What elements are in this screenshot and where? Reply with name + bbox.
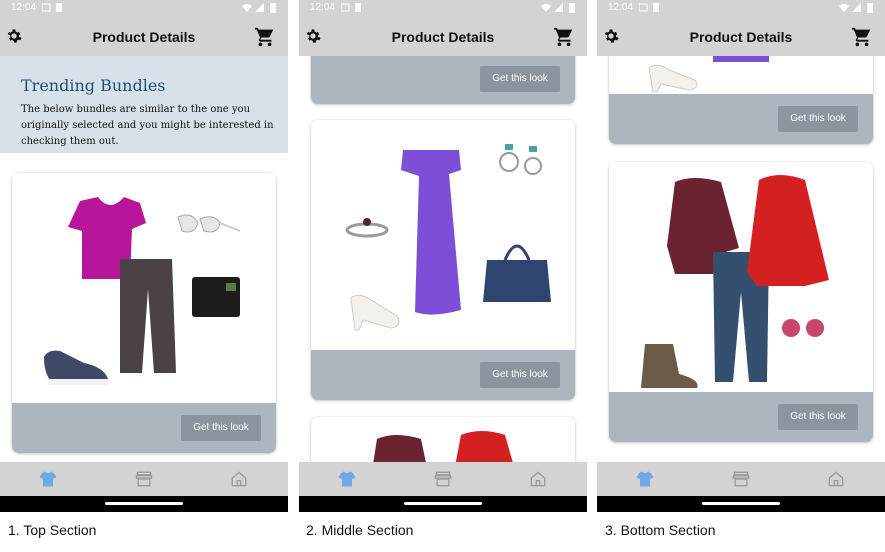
status-notification-icons — [42, 3, 62, 12]
dark-pants-image — [120, 259, 176, 373]
bottom-navigation — [0, 462, 288, 496]
pink-stud-earrings-image — [782, 319, 824, 337]
card-footer: Get this look — [311, 56, 575, 104]
status-signal-battery-icons — [541, 3, 575, 13]
caption-top-section: 1. Top Section — [8, 522, 97, 538]
caption-bottom-section: 3. Bottom Section — [605, 522, 716, 538]
page-title: Product Details — [391, 29, 495, 45]
banner-title: Trending Bundles — [21, 76, 166, 95]
shirt-icon[interactable] — [38, 469, 58, 489]
cart-icon[interactable] — [254, 26, 276, 48]
status-time: 12:04 — [11, 2, 37, 13]
navy-sneaker-image — [44, 350, 108, 383]
status-notification-icons — [341, 3, 361, 12]
get-this-look-button[interactable]: Get this look — [480, 66, 560, 92]
white-heel-image — [350, 294, 400, 331]
system-navigation-bar — [597, 496, 885, 512]
shirt-icon[interactable] — [635, 469, 655, 489]
status-bar: 12:04 — [0, 0, 288, 17]
home-gesture-pill[interactable] — [404, 502, 482, 505]
home-icon[interactable] — [826, 469, 846, 489]
bundle-image[interactable] — [311, 120, 575, 350]
white-sunglasses-image — [177, 214, 241, 233]
status-signal-battery-icons — [242, 3, 276, 13]
home-gesture-pill[interactable] — [702, 502, 780, 505]
scroll-content[interactable]: Trending Bundles The below bundles are s… — [0, 56, 288, 462]
purple-dress-image — [401, 150, 461, 315]
status-signal-battery-icons — [839, 3, 873, 13]
ankle-boot-image — [641, 344, 698, 388]
get-this-look-button[interactable]: Get this look — [778, 404, 858, 430]
silver-ring-image — [345, 218, 389, 238]
shirt-icon[interactable] — [337, 469, 357, 489]
home-icon[interactable] — [528, 469, 548, 489]
bundle-card-previous: Get this look — [311, 56, 575, 104]
status-bar: 12:04 — [299, 0, 587, 17]
get-this-look-button[interactable]: Get this look — [480, 362, 560, 388]
red-coat-image — [747, 175, 829, 286]
bundle-card-next — [311, 417, 575, 462]
store-icon[interactable] — [433, 469, 453, 489]
store-icon[interactable] — [134, 469, 154, 489]
get-this-look-button[interactable]: Get this look — [778, 106, 858, 132]
page-title: Product Details — [689, 29, 793, 45]
bundle-image[interactable] — [12, 173, 276, 403]
scroll-content[interactable]: Get this look Get this look — [597, 56, 885, 462]
page-title: Product Details — [92, 29, 196, 45]
purple-dress-hem-image — [713, 56, 769, 62]
system-navigation-bar — [299, 496, 587, 512]
caption-middle-section: 2. Middle Section — [306, 522, 414, 538]
banner-description: The below bundles are similar to the one… — [21, 104, 274, 147]
cart-icon[interactable] — [851, 26, 873, 48]
bundle-card: Get this look — [12, 173, 276, 453]
navy-handbag-image — [483, 244, 551, 302]
home-gesture-pill[interactable] — [105, 502, 183, 505]
app-bar: Product Details — [299, 17, 587, 56]
trending-banner: Trending Bundles The below bundles are s… — [0, 56, 288, 153]
bottom-navigation — [597, 462, 885, 496]
cart-icon[interactable] — [553, 26, 575, 48]
card-footer: Get this look — [609, 94, 873, 144]
status-bar: 12:04 — [597, 0, 885, 17]
card-footer: Get this look — [311, 350, 575, 400]
card-footer: Get this look — [12, 403, 276, 453]
phone-screen-top: 12:04 Product Details Trending Bundles T… — [0, 0, 288, 512]
phone-screen-middle: 12:04 Product Details Get this look Get … — [299, 0, 587, 512]
bottom-navigation — [299, 462, 587, 496]
phone-screen-bottom: 12:04 Product Details Get this look Get … — [597, 0, 885, 512]
bundle-image[interactable] — [609, 162, 873, 392]
bundle-card: Get this look — [609, 162, 873, 442]
bundle-image-preview[interactable] — [311, 417, 575, 462]
home-icon[interactable] — [229, 469, 249, 489]
status-time: 12:04 — [608, 2, 634, 13]
bundle-image-preview[interactable] — [609, 56, 873, 94]
card-footer: Get this look — [609, 392, 873, 442]
app-bar: Product Details — [597, 17, 885, 56]
system-navigation-bar — [0, 496, 288, 512]
store-icon[interactable] — [731, 469, 751, 489]
red-coat-image — [455, 431, 513, 462]
status-time: 12:04 — [310, 2, 336, 13]
bundle-card-previous: Get this look — [609, 56, 873, 144]
app-bar: Product Details — [0, 17, 288, 56]
drop-earrings-image — [499, 144, 542, 175]
maroon-blouse-image — [373, 435, 426, 462]
bundle-card: Get this look — [311, 120, 575, 400]
status-notification-icons — [639, 3, 659, 12]
scroll-content[interactable]: Get this look Get this look — [299, 56, 587, 462]
get-this-look-button[interactable]: Get this look — [181, 415, 261, 441]
white-heel-image — [648, 64, 698, 93]
